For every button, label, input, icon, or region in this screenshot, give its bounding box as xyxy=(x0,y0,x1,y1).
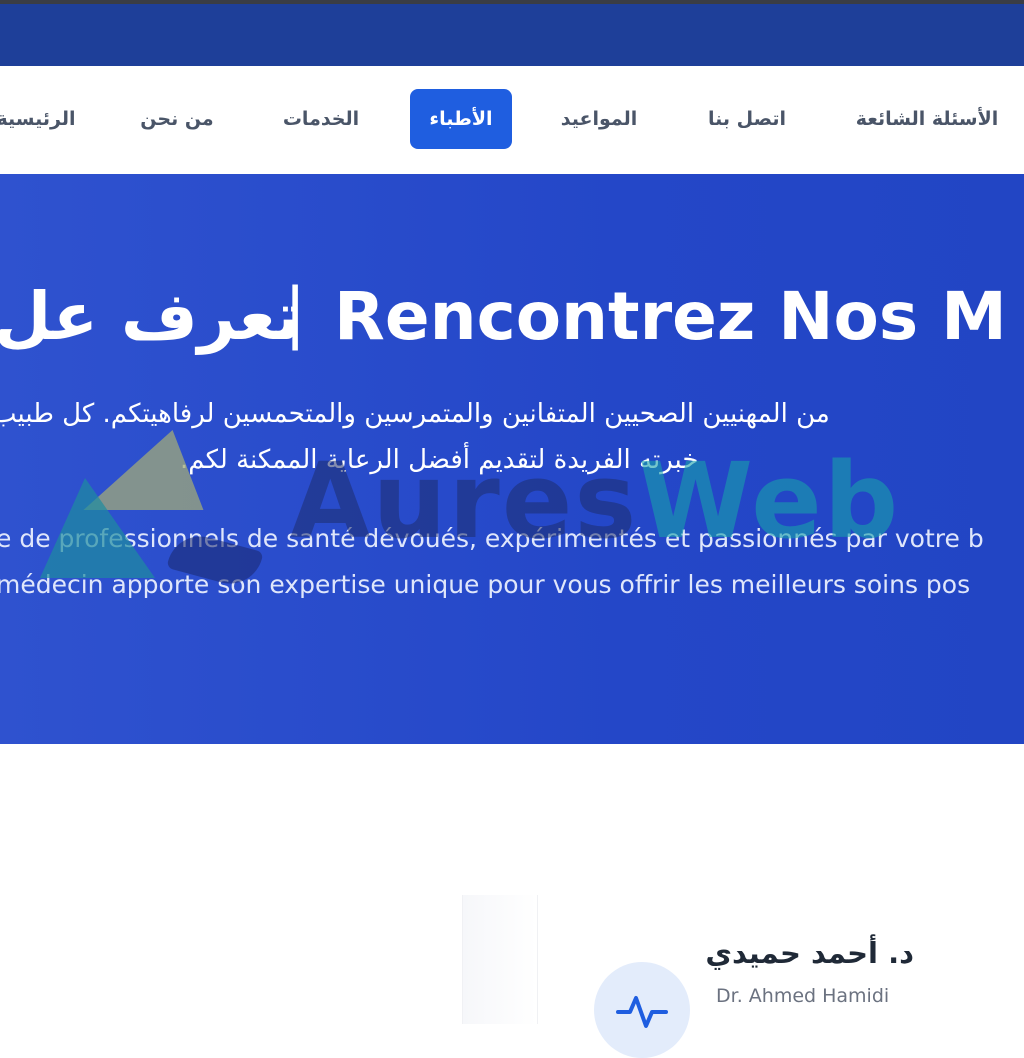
hero-title-fr: Rencontrez Nos M xyxy=(334,278,1007,355)
hero-title-separator: | xyxy=(284,274,307,351)
doctor-name-ar: د. أحمد حميدي xyxy=(705,936,914,970)
nav-item-doctors[interactable]: الأطباء xyxy=(410,89,512,149)
nav-item-appointments[interactable]: المواعيد xyxy=(556,89,642,149)
watermark-text: AuresWeb xyxy=(290,440,900,562)
nav-item-contact[interactable]: اتصل بنا xyxy=(702,89,792,149)
doctor-card-edge xyxy=(462,895,538,1024)
nav-item-faq[interactable]: الأسئلة الشائعة xyxy=(852,89,1002,149)
watermark-text-web: Web xyxy=(638,440,901,562)
top-header-bar xyxy=(0,4,1024,66)
heartbeat-icon xyxy=(616,996,668,1028)
hero-description-ar-line1-text: من المهنيين الصحيين المتفانين والمتمرسين… xyxy=(0,399,830,429)
hero-title-ar: تعرف عل xyxy=(0,278,301,355)
nav-item-home[interactable]: الرئيسية xyxy=(0,89,78,149)
watermark-logo-shape xyxy=(40,478,155,578)
doctor-name-fr: Dr. Ahmed Hamidi xyxy=(716,985,890,1007)
doctor-avatar xyxy=(594,962,690,1058)
nav-item-about[interactable]: من نحن xyxy=(136,89,218,149)
watermark-text-aures: Aures xyxy=(290,440,639,562)
nav-item-services[interactable]: الخدمات xyxy=(278,89,364,149)
